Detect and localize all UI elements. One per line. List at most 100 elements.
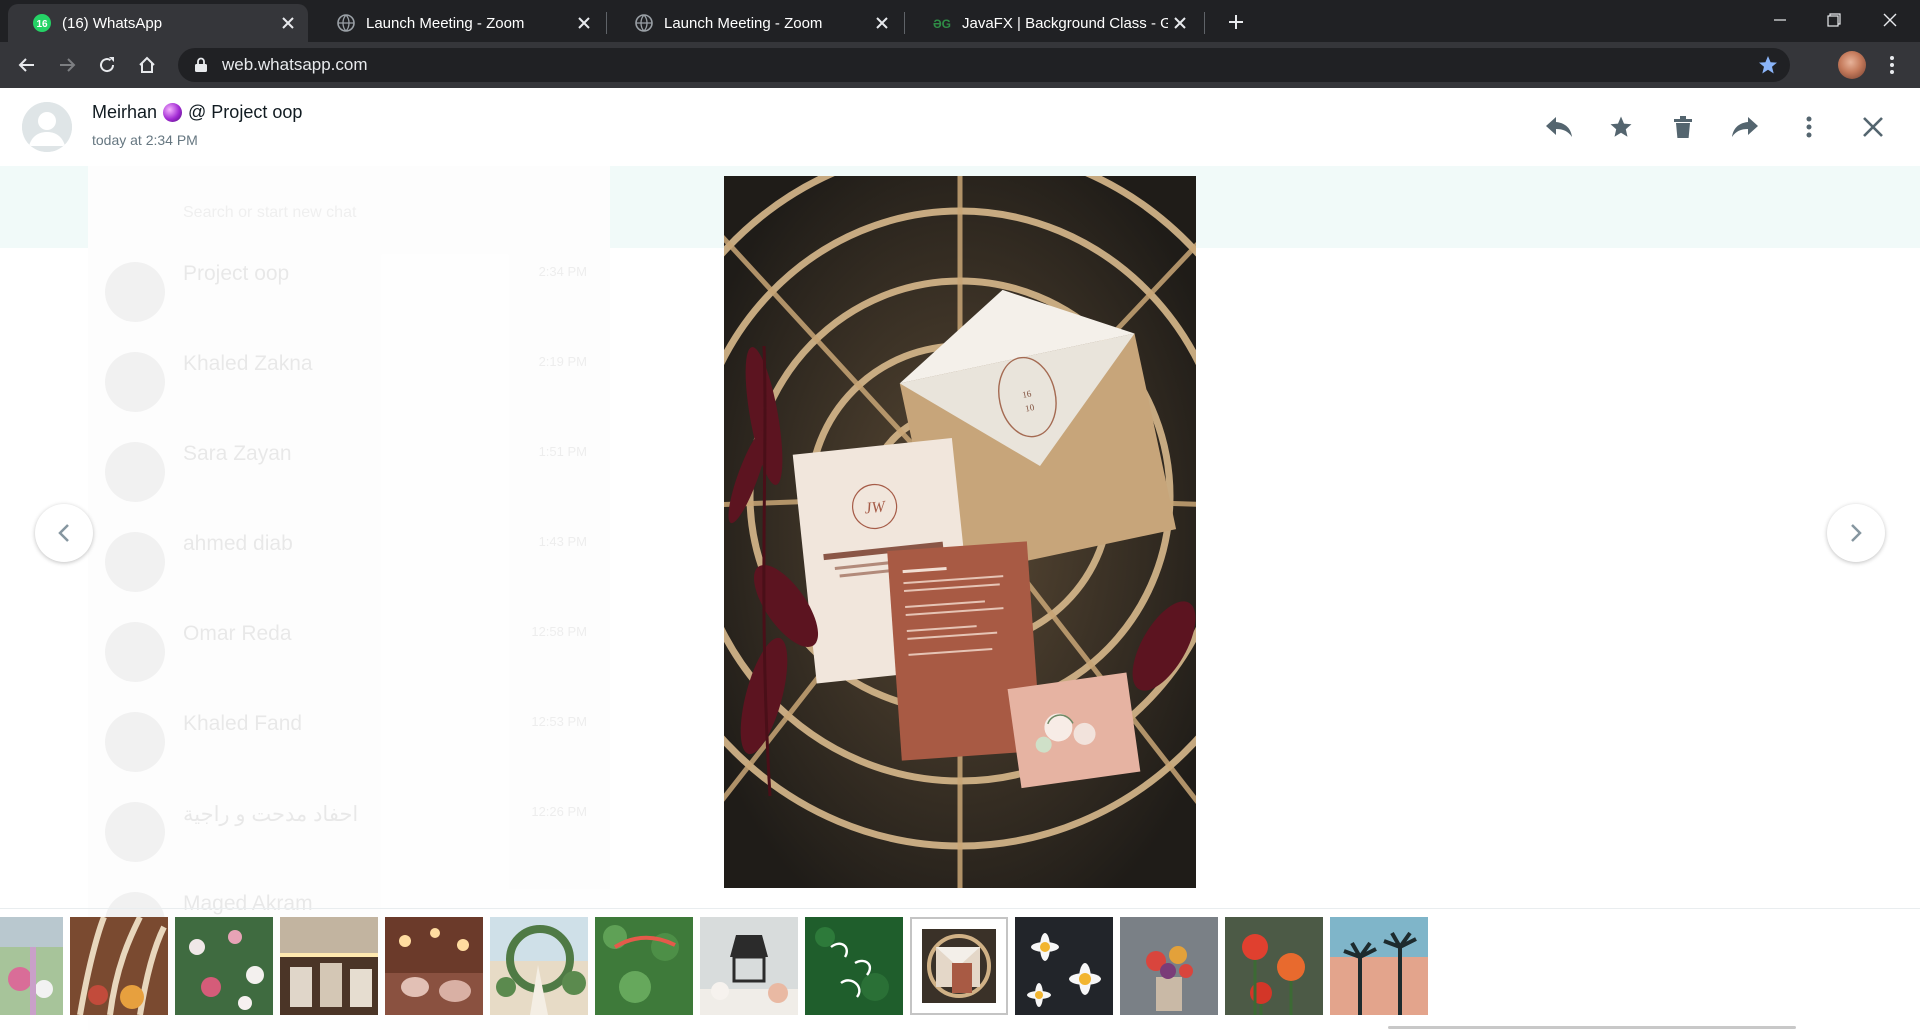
media-thumbnail[interactable] [175, 917, 273, 1015]
chat-sidebar [88, 166, 610, 1030]
close-tab-icon[interactable] [870, 11, 894, 35]
bookmark-star-icon[interactable] [1758, 55, 1778, 75]
close-icon [1863, 117, 1883, 137]
thumbnail-divider [0, 908, 1920, 909]
whatsapp-icon: 16 [32, 13, 52, 33]
forward-arrow-icon [60, 58, 76, 72]
sender-info: Meirhan @ Project oop [92, 102, 302, 123]
media-thumbnail[interactable] [700, 917, 798, 1015]
minimize-button[interactable] [1752, 0, 1808, 40]
new-tab-button[interactable] [1222, 8, 1250, 36]
back-arrow-icon [18, 58, 34, 72]
plus-icon [1229, 15, 1243, 29]
more-options-button[interactable] [1792, 110, 1826, 144]
tab-separator [606, 12, 607, 34]
media-thumbnail[interactable] [1015, 917, 1113, 1015]
chat-name: Khaled Zakna [183, 352, 313, 375]
next-media-button[interactable] [1827, 504, 1885, 562]
avatar [105, 532, 165, 592]
message-timestamp: today at 2:34 PM [92, 132, 198, 148]
media-thumbnail[interactable] [385, 917, 483, 1015]
media-thumbnail[interactable] [490, 917, 588, 1015]
crystal-ball-emoji [163, 103, 183, 122]
restore-icon [1827, 13, 1841, 27]
media-thumbnail[interactable] [1330, 917, 1428, 1015]
media-thumbnail[interactable] [805, 917, 903, 1015]
geeksforgeeks-icon: ƏG [932, 13, 952, 33]
reply-button[interactable] [1542, 110, 1576, 144]
close-tab-icon[interactable] [1168, 11, 1192, 35]
tab-zoom-1[interactable]: Launch Meeting - Zoom [312, 4, 604, 42]
reload-button[interactable] [92, 50, 122, 80]
globe-icon [634, 13, 654, 33]
home-icon [139, 56, 155, 73]
sender-name: Meirhan [92, 102, 158, 122]
restore-button[interactable] [1806, 0, 1862, 40]
chat-list-item: Sara Zayan 1:51 PM [105, 434, 595, 520]
tab-separator [904, 12, 905, 34]
svg-text:16: 16 [36, 19, 48, 30]
tab-title: JavaFX | Background Class - GeeksforGeek… [962, 14, 1168, 32]
close-tab-icon[interactable] [276, 11, 300, 35]
avatar [105, 622, 165, 682]
previous-media-button[interactable] [35, 504, 93, 562]
avatar [105, 442, 165, 502]
profile-avatar[interactable] [1838, 51, 1866, 79]
url-text: web.whatsapp.com [222, 55, 368, 74]
media-viewer-header: Meirhan @ Project oop today at 2:34 PM [0, 88, 1920, 166]
back-button[interactable] [12, 50, 42, 80]
tab-whatsapp[interactable]: 16 (16) WhatsApp [8, 4, 308, 42]
chat-list-item: ahmed diab 1:43 PM [105, 524, 595, 610]
avatar [105, 712, 165, 772]
thumbnail-scrollbar[interactable] [1388, 1026, 1796, 1029]
chevron-left-icon [58, 524, 69, 542]
media-thumbnail[interactable] [1120, 917, 1218, 1015]
tab-zoom-2[interactable]: Launch Meeting - Zoom [610, 4, 902, 42]
media-thumbnail[interactable] [595, 917, 693, 1015]
browser-menu-button[interactable] [1882, 52, 1902, 78]
media-photo[interactable]: 16 10 JW [724, 176, 1196, 888]
tab-geeksforgeeks[interactable]: ƏG JavaFX | Background Class - GeeksforG… [908, 4, 1200, 42]
media-thumbnail[interactable] [280, 917, 378, 1015]
chat-list-item: احفاد مدحت و راجية 12:26 PM [105, 794, 595, 880]
media-thumbnail[interactable] [0, 917, 63, 1015]
forward-button[interactable] [52, 50, 82, 80]
close-icon [1883, 13, 1897, 27]
chat-time: 1:43 PM [538, 534, 587, 549]
chat-name: احفاد مدحت و راجية [183, 803, 359, 826]
reply-icon [1546, 117, 1572, 137]
lock-icon [192, 56, 210, 74]
chat-time: 12:53 PM [531, 714, 587, 729]
star-message-button[interactable] [1604, 110, 1638, 144]
delete-icon [1674, 116, 1692, 138]
home-button[interactable] [132, 50, 162, 80]
chat-list-item: Omar Reda 12:58 PM [105, 614, 595, 700]
address-bar[interactable]: web.whatsapp.com [178, 48, 1790, 82]
chat-name: Project oop [183, 262, 290, 285]
close-tab-icon[interactable] [572, 11, 596, 35]
chat-time: 1:51 PM [538, 444, 587, 459]
avatar [105, 802, 165, 862]
media-thumbnail[interactable] [70, 917, 168, 1015]
close-viewer-button[interactable] [1856, 110, 1890, 144]
reload-icon [100, 57, 115, 73]
whatsapp-web-page: Search or start new chat Project oop 2:34… [0, 88, 1920, 1030]
wedding-invitation-photo: 16 10 JW [724, 176, 1196, 888]
search-input: Search or start new chat [183, 204, 357, 221]
forward-icon [1732, 117, 1758, 137]
selected-media-thumbnail[interactable] [910, 917, 1008, 1015]
window-close-button[interactable] [1862, 0, 1918, 40]
chat-list-item: Khaled Zakna 2:19 PM [105, 344, 595, 430]
delete-button[interactable] [1666, 110, 1700, 144]
media-thumbnail[interactable] [1225, 917, 1323, 1015]
tab-title: (16) WhatsApp [62, 14, 163, 32]
default-avatar-icon[interactable] [22, 102, 72, 152]
chat-name: Maged Akram [183, 892, 313, 915]
forward-button[interactable] [1728, 110, 1762, 144]
chat-list-item: Khaled Fand 12:53 PM [105, 704, 595, 790]
menu-icon [1806, 116, 1812, 138]
chat-time: 2:19 PM [538, 354, 587, 369]
avatar [105, 262, 165, 322]
chat-time: 2:34 PM [538, 264, 587, 279]
chat-name: Sara Zayan [183, 442, 292, 465]
